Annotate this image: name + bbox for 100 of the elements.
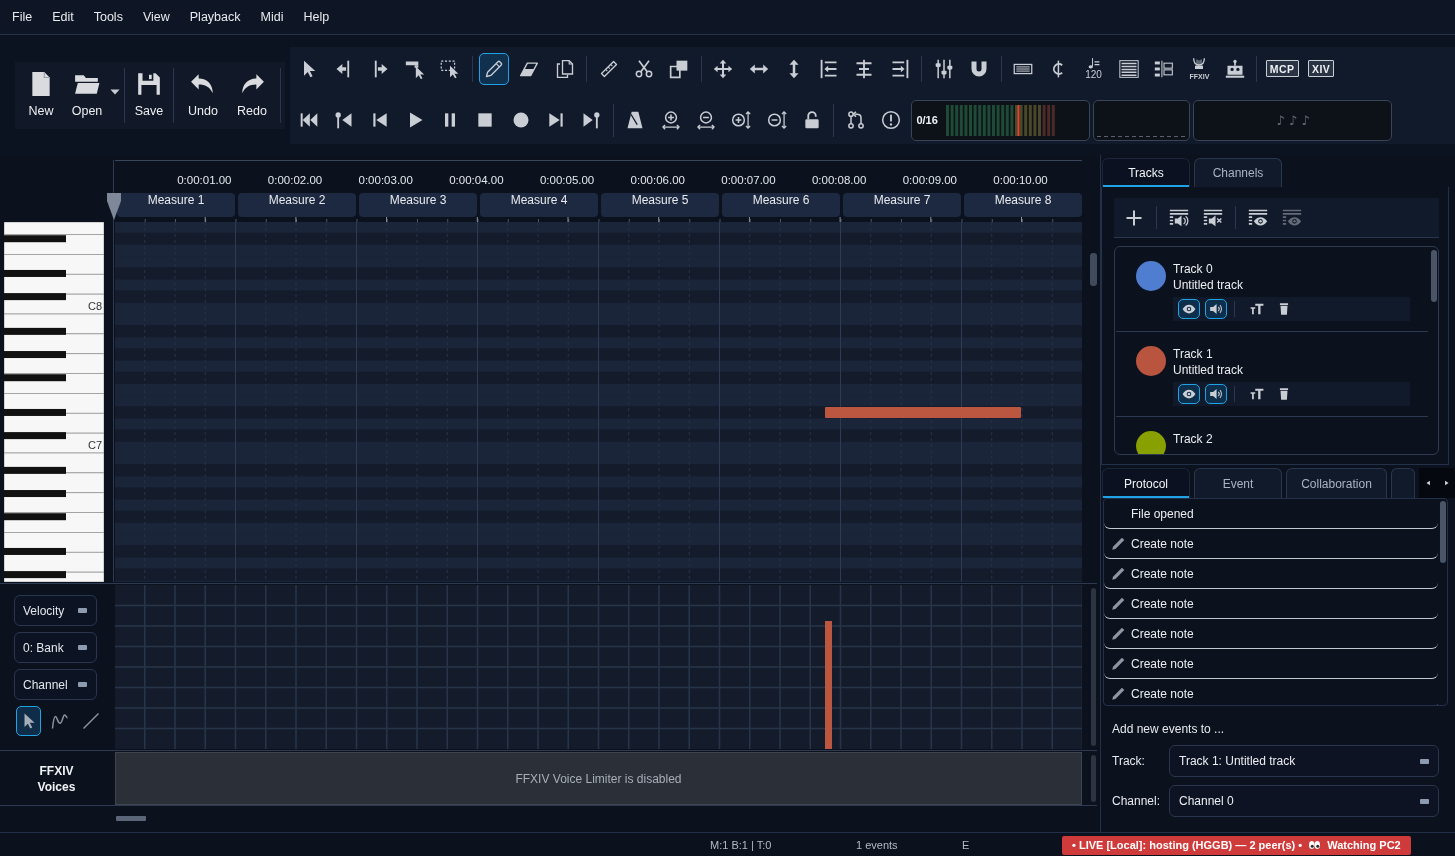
diagonal-line-icon <box>81 712 100 730</box>
sharp-key[interactable] <box>4 408 66 416</box>
dropdown-indicator-icon <box>78 682 87 687</box>
time-label: 0:00:02.00 <box>267 173 323 188</box>
measure-block: Measure 1 <box>117 193 235 217</box>
toolbar-button[interactable]: Undo <box>178 67 228 123</box>
controller-select[interactable]: Channel <box>14 669 97 700</box>
down-triangle-marker-icon[interactable] <box>107 193 121 220</box>
dropdown-field[interactable]: Channel 0 <box>1169 785 1439 817</box>
sharp-key[interactable] <box>4 374 66 382</box>
section-heading: Add new events to ... <box>1112 721 1226 737</box>
log-entry[interactable]: Create note <box>1104 619 1438 649</box>
toolbar-button[interactable]: Save <box>129 67 169 123</box>
time-label: 0:00:04.00 <box>449 173 504 188</box>
menu-item[interactable]: Edit <box>42 7 84 27</box>
track-name: Track 2 <box>1173 431 1213 447</box>
field-label: Channel: <box>1112 794 1162 808</box>
split-button[interactable]: Open <box>64 67 120 123</box>
sharp-key[interactable] <box>4 547 66 555</box>
menu-item[interactable]: File <box>2 7 43 27</box>
log-entry[interactable]: File opened <box>1104 499 1438 529</box>
controller-select[interactable]: Velocity <box>14 595 97 626</box>
scrollbar-thumb[interactable] <box>1090 588 1096 746</box>
sharp-key[interactable] <box>4 466 66 474</box>
track-name: Track 1 <box>1173 346 1213 362</box>
tool-button[interactable] <box>16 706 41 736</box>
menu-item[interactable]: Tools <box>83 7 133 27</box>
scrollbar-thumb[interactable] <box>1440 501 1446 563</box>
dropdown-field[interactable]: Track 1: Untitled track <box>1169 745 1439 777</box>
log-entry[interactable]: Create note <box>1104 589 1438 619</box>
trash-icon <box>1277 387 1291 401</box>
sharp-key[interactable] <box>4 490 66 498</box>
field-label: Track: <box>1112 754 1146 768</box>
speaker-icon <box>1209 387 1223 401</box>
log-entry[interactable]: Create note <box>1104 679 1438 705</box>
sharp-key[interactable] <box>4 351 66 359</box>
octave-label: C8 <box>87 300 102 312</box>
menu-item[interactable]: Midi <box>250 7 294 27</box>
tab[interactable]: Protocol <box>1102 468 1190 498</box>
align-left-icon <box>819 58 840 79</box>
measure-block: Measure 8 <box>964 193 1082 217</box>
caret-down-icon <box>110 87 120 97</box>
scrollbar-thumb[interactable] <box>116 816 146 821</box>
toggle-button[interactable] <box>1205 299 1227 319</box>
toggle-button[interactable] <box>1178 384 1200 404</box>
quarter-note-icon <box>1086 57 1101 70</box>
list-muted-speaker-icon <box>1203 207 1223 228</box>
align-center-icon <box>854 58 875 79</box>
eye-icon <box>1182 387 1196 401</box>
zoom-in-vertical-icon <box>731 110 752 130</box>
text-size-icon <box>1250 387 1264 401</box>
toggle-button[interactable] <box>1178 299 1200 319</box>
controller-select[interactable]: 0: Bank <box>14 632 97 663</box>
events-count: 1 events <box>856 838 898 851</box>
log-entry[interactable]: Create note <box>1104 649 1438 679</box>
track-name: Track 0 <box>1173 261 1213 277</box>
menu-item[interactable]: Help <box>293 7 340 27</box>
xiv-button[interactable]: XIV <box>1307 60 1335 77</box>
notes-display: ♪ ♪ ♪ <box>1193 99 1393 141</box>
pencil-solid-icon <box>1111 656 1126 671</box>
tab[interactable]: Channels <box>1194 158 1282 187</box>
sharp-key[interactable] <box>4 269 66 277</box>
tool-button[interactable] <box>479 52 510 85</box>
tab[interactable]: Event <box>1194 468 1282 498</box>
measure-block: Measure 6 <box>722 193 840 217</box>
right-triangle-pin-icon <box>581 110 602 130</box>
move-arrows-icon <box>713 58 734 79</box>
menu-item[interactable]: Playback <box>179 7 251 27</box>
time-label: 0:00:09.00 <box>902 173 957 188</box>
sharp-key[interactable] <box>4 293 66 301</box>
sharp-key[interactable] <box>4 571 66 579</box>
toggle-button[interactable] <box>1205 384 1227 404</box>
sharp-key[interactable] <box>4 327 66 335</box>
live-status-text: • LIVE [Local]: hosting (HGGB) — 2 peer(s) • <box>1072 839 1303 851</box>
mcp-button[interactable]: MCP <box>1265 60 1299 77</box>
track-subtitle: Untitled track <box>1173 277 1244 293</box>
staff-lines-icon <box>1118 58 1139 79</box>
position-text: M:1 B:1 | T:0 <box>710 838 772 851</box>
sharp-key[interactable] <box>4 513 66 521</box>
scrollbar-thumb[interactable] <box>1431 250 1437 302</box>
tab[interactable]: Collaboration <box>1286 468 1387 498</box>
log-entry[interactable]: Create note <box>1104 529 1438 559</box>
pencil-solid-icon <box>1111 626 1126 641</box>
zoom-out-horizontal-icon <box>695 110 716 130</box>
list-speaker-icon <box>1169 207 1189 228</box>
right-triangle-icon <box>1442 479 1450 487</box>
sharp-key[interactable] <box>4 432 66 440</box>
left-triangle-icon <box>1424 479 1432 487</box>
mode-text: E <box>962 838 970 851</box>
scrollbar-thumb[interactable] <box>1090 755 1096 802</box>
tempo-button[interactable]: 120 <box>1078 52 1109 85</box>
tab[interactable]: Tracks <box>1102 158 1190 187</box>
sharp-key[interactable] <box>4 235 66 243</box>
toolbar-button[interactable]: New <box>18 67 64 123</box>
time-label: 0:00:08.00 <box>811 173 867 188</box>
scrollbar-thumb[interactable] <box>1089 253 1097 286</box>
log-entry[interactable]: Create note <box>1104 559 1438 589</box>
menu-item[interactable]: View <box>132 7 180 27</box>
toolbar-button[interactable]: Redo <box>228 67 276 123</box>
measure-block: Measure 2 <box>238 193 356 217</box>
